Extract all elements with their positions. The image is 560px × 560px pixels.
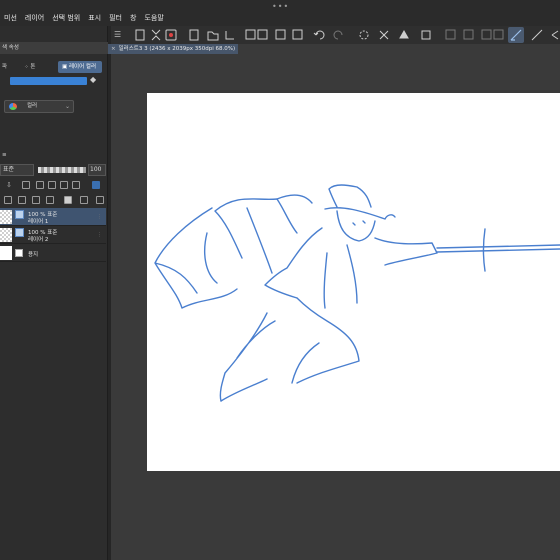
new-icon <box>135 29 145 41</box>
chevron-down-icon: ⌄ <box>64 103 70 110</box>
layer-name: 레이어 1 <box>28 219 49 225</box>
redo-icon <box>333 30 343 40</box>
layer-row-paper[interactable]: 용지 <box>0 244 106 262</box>
clip-icon[interactable]: ⇩ <box>6 181 14 189</box>
copy-icon <box>275 29 286 40</box>
lasso-icon <box>359 30 369 40</box>
layer-mask-icon[interactable] <box>64 196 72 204</box>
color-property-title: 색 속성 <box>0 42 108 54</box>
blend-mode-select[interactable]: 표준 <box>0 164 34 176</box>
layer-row-1[interactable]: 100 % 표준 레이어 1 ⋮ <box>0 208 106 226</box>
layer-color-swatch[interactable] <box>10 77 87 85</box>
menu-item-selection[interactable]: 선택 범위 <box>48 13 84 23</box>
delete-layer-icon[interactable] <box>96 196 104 204</box>
layer-color-icon <box>15 228 24 237</box>
window-dots-icon[interactable]: ••• <box>272 2 289 11</box>
draft-icon[interactable] <box>60 181 68 189</box>
new-vector-layer-icon[interactable] <box>18 196 26 204</box>
merge-icon[interactable] <box>80 196 88 204</box>
new-raster-layer-icon[interactable] <box>4 196 12 204</box>
tab-wave[interactable]: 파 <box>2 61 16 73</box>
menu-bar: ••• 미선 레이어 선택 범위 표시 필터 창 도움말 <box>0 0 560 26</box>
mask-icon[interactable] <box>72 181 80 189</box>
opacity-input[interactable]: 100 <box>88 164 106 176</box>
opacity-slider[interactable] <box>38 167 86 173</box>
invert-icon <box>445 29 456 40</box>
layer-row-2[interactable]: 100 % 표준 레이어 2 ⋮ <box>0 226 106 244</box>
export-icon <box>225 31 234 40</box>
sort-icon <box>151 29 161 41</box>
menu-item-window[interactable]: 창 <box>126 13 140 23</box>
left-panel: 색 속성 파 ⁘ 톤 ▣ 레이어 컬러 ◆ 컬러 ⌄ ≡ 표준 100 ⇩ 10… <box>0 26 108 560</box>
fill-icon <box>399 29 409 39</box>
layer-color-icon: ▣ <box>62 64 69 70</box>
copy-layer-icon[interactable] <box>46 196 54 204</box>
tab-tone[interactable]: ⁘ 톤 <box>20 61 44 73</box>
save-as-icon <box>257 29 268 40</box>
layer-name: 용지 <box>28 252 39 258</box>
expand-icon <box>463 29 474 40</box>
opacity-value: 100 <box>90 166 102 173</box>
open-icon <box>207 31 219 41</box>
shrink-icon <box>481 29 492 40</box>
color-mode-label: 컬러 <box>27 103 38 109</box>
blend-mode-label: 표준 <box>3 166 15 173</box>
tab-layer-color[interactable]: ▣ 레이어 컬러 <box>58 61 102 73</box>
layer-thumbnail <box>0 246 12 260</box>
menu-item-view[interactable]: 표시 <box>84 13 105 23</box>
more-icon <box>551 30 559 40</box>
transform-icon <box>421 30 431 40</box>
grip-icon[interactable]: ⋮ <box>97 214 102 220</box>
lock-alpha-icon[interactable] <box>36 181 44 189</box>
save-icon <box>245 29 256 40</box>
menu-icon[interactable]: ☰ <box>114 30 121 39</box>
paste-icon <box>292 29 303 40</box>
paint-bucket-icon[interactable]: ◆ <box>90 75 102 85</box>
layer-thumbnail <box>0 228 12 242</box>
tab-tone-label: 톤 <box>30 64 36 70</box>
paper-icon <box>15 249 23 257</box>
layer-name: 레이어 2 <box>28 237 49 243</box>
drawing-canvas[interactable] <box>147 93 560 471</box>
undo-icon <box>313 30 325 40</box>
border-icon <box>493 29 504 40</box>
sketch-drawing <box>154 184 560 402</box>
menu-item-help[interactable]: 도움말 <box>140 13 167 23</box>
layer-panel-header: ≡ <box>2 152 7 158</box>
menu-items: 미선 레이어 선택 범위 표시 필터 창 도움말 <box>0 13 168 23</box>
toolbar-icons <box>135 27 559 43</box>
grip-icon[interactable]: ⋮ <box>97 232 102 238</box>
layer-color-icon <box>15 210 24 219</box>
close-icon[interactable]: × <box>111 46 116 52</box>
color-wheel-icon <box>9 103 17 110</box>
snap-icon <box>531 29 543 41</box>
reference-icon[interactable] <box>48 181 56 189</box>
layer-thumbnail <box>0 210 12 224</box>
document-title: 일러스트3 3 (2436 x 2039px 350dpi 68.0%) <box>118 46 236 52</box>
menu-item-layer[interactable]: 레이어 <box>21 13 48 23</box>
lock-icon[interactable] <box>22 181 30 189</box>
new-folder-icon[interactable] <box>32 196 40 204</box>
color-mode-dropdown[interactable]: 컬러 ⌄ <box>4 100 74 113</box>
tab-layer-color-label: 레이어 컬러 <box>68 64 97 70</box>
layer-action-row <box>2 196 106 206</box>
color-tabs: 파 ⁘ 톤 ▣ 레이어 컬러 <box>0 61 106 73</box>
command-toolbar <box>108 26 560 44</box>
document-tab[interactable]: × 일러스트3 3 (2436 x 2039px 350dpi 68.0%) <box>108 44 238 54</box>
menu-item-filter[interactable]: 필터 <box>105 13 126 23</box>
clear-icon <box>379 30 389 40</box>
layer-lock-row: ⇩ <box>2 181 106 191</box>
menu-item-selection-partial[interactable]: 미선 <box>0 13 21 23</box>
document-icon <box>189 29 199 41</box>
layer-color-toggle-icon[interactable] <box>92 181 100 189</box>
